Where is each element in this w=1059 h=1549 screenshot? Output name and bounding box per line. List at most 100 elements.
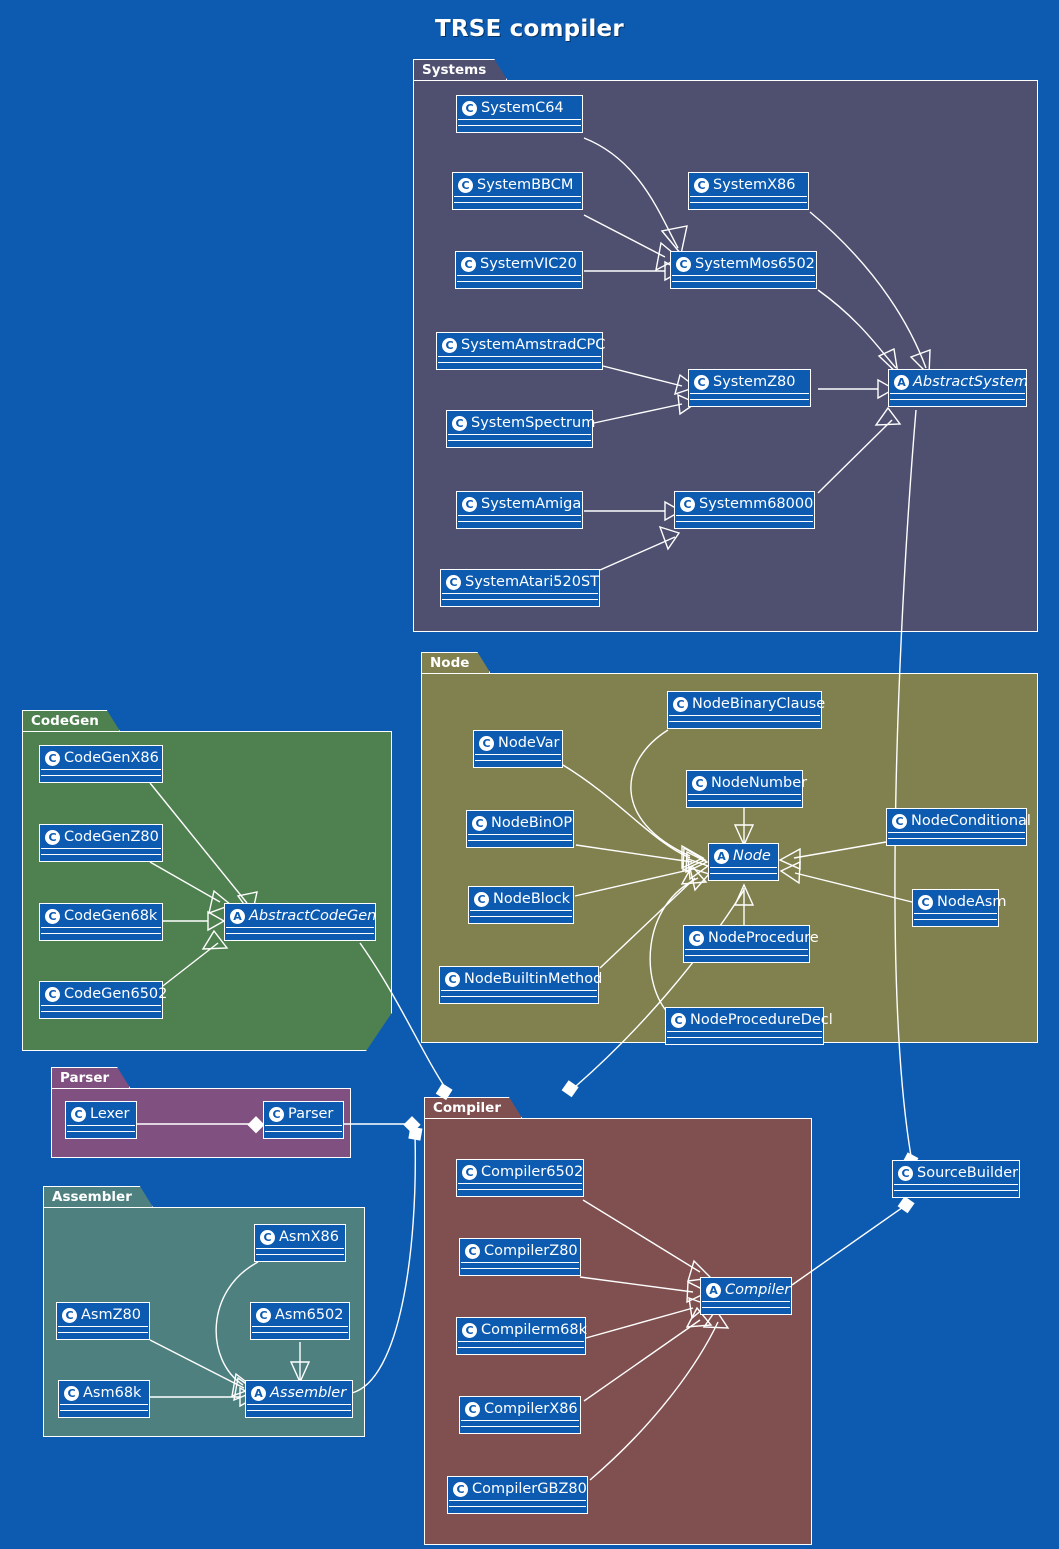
class-name: Parser xyxy=(288,1106,334,1122)
class-Asm68k[interactable]: C Asm68k xyxy=(58,1380,150,1418)
class-NodeNumber[interactable]: C NodeNumber xyxy=(686,770,807,808)
class-name: SystemSpectrum xyxy=(471,415,596,431)
class-name: AbstractCodeGen xyxy=(249,908,377,924)
class-CodeGen68k[interactable]: C CodeGen68k xyxy=(39,903,163,941)
class-CompilerGBZ80[interactable]: C CompilerGBZ80 xyxy=(447,1476,588,1514)
class-SystemSpectrum[interactable]: C SystemSpectrum xyxy=(446,410,596,448)
class-stereotype-icon: C xyxy=(671,1012,686,1028)
class-stereotype-icon: C xyxy=(442,337,457,353)
class-name: Lexer xyxy=(90,1106,130,1122)
class-name: NodeProcedure xyxy=(708,930,819,946)
class-name: Compiler xyxy=(725,1282,791,1298)
class-SystemAmiga[interactable]: C SystemAmiga xyxy=(456,491,583,529)
class-SystemVIC20[interactable]: C SystemVIC20 xyxy=(455,251,583,289)
class-CompilerZ80[interactable]: C CompilerZ80 xyxy=(459,1238,581,1276)
class-Assembler[interactable]: A Assembler xyxy=(245,1380,353,1418)
class-stereotype-icon: A xyxy=(706,1282,721,1298)
class-name: CompilerGBZ80 xyxy=(472,1481,587,1497)
class-name: SystemAmiga xyxy=(481,496,582,512)
class-stereotype-icon: C xyxy=(676,256,691,272)
class-NodeProcedureDecl[interactable]: C NodeProcedureDecl xyxy=(665,1007,833,1045)
class-name: CodeGenX86 xyxy=(64,750,159,766)
class-name: SystemBBCM xyxy=(477,177,574,193)
class-SourceBuilder[interactable]: C SourceBuilder xyxy=(892,1160,1020,1198)
class-name: AbstractSystem xyxy=(913,374,1028,390)
class-SystemZ80[interactable]: C SystemZ80 xyxy=(688,369,811,407)
class-Parser[interactable]: C Parser xyxy=(263,1101,344,1139)
class-stereotype-icon: C xyxy=(689,930,704,946)
class-stereotype-icon: C xyxy=(453,1481,468,1497)
class-stereotype-icon: C xyxy=(462,100,477,116)
class-stereotype-icon: C xyxy=(462,1164,477,1180)
class-Asm6502[interactable]: C Asm6502 xyxy=(250,1302,350,1340)
class-CodeGen6502[interactable]: C CodeGen6502 xyxy=(39,981,167,1019)
class-stereotype-icon: C xyxy=(472,815,487,831)
class-SystemMos6502[interactable]: C SystemMos6502 xyxy=(670,251,817,289)
package-compiler-tab: Compiler xyxy=(424,1097,522,1118)
class-Compiler6502[interactable]: C Compiler6502 xyxy=(456,1159,584,1197)
class-name: SystemC64 xyxy=(481,100,564,116)
class-NodeAsm[interactable]: C NodeAsm xyxy=(912,889,1006,927)
class-NodeConditional[interactable]: C NodeConditional xyxy=(886,808,1031,846)
class-SystemAmstradCPC[interactable]: C SystemAmstradCPC xyxy=(436,332,606,370)
class-name: CodeGen6502 xyxy=(64,986,168,1002)
class-stereotype-icon: C xyxy=(918,894,933,910)
class-NodeBinOP[interactable]: C NodeBinOP xyxy=(466,810,574,848)
class-stereotype-icon: C xyxy=(474,891,489,907)
class-stereotype-icon: C xyxy=(465,1243,480,1259)
class-AsmX86[interactable]: C AsmX86 xyxy=(254,1224,346,1262)
class-stereotype-icon: C xyxy=(62,1307,77,1323)
class-stereotype-icon: C xyxy=(446,574,461,590)
class-stereotype-icon: C xyxy=(256,1307,271,1323)
class-stereotype-icon: C xyxy=(462,1322,477,1338)
class-stereotype-icon: C xyxy=(269,1106,284,1122)
class-name: AsmX86 xyxy=(279,1229,339,1245)
class-name: NodeAsm xyxy=(937,894,1007,910)
class-stereotype-icon: C xyxy=(452,415,467,431)
class-stereotype-icon: C xyxy=(458,177,473,193)
class-Systemm68000[interactable]: C Systemm68000 xyxy=(674,491,815,529)
class-name: NodeBinaryClause xyxy=(692,696,826,712)
class-name: SystemAmstradCPC xyxy=(461,337,606,353)
class-AbstractSystem[interactable]: A AbstractSystem xyxy=(888,369,1028,407)
class-NodeBinaryClause[interactable]: C NodeBinaryClause xyxy=(667,691,826,729)
class-NodeBlock[interactable]: C NodeBlock xyxy=(468,886,574,924)
class-Compilerm68k[interactable]: C Compilerm68k xyxy=(456,1317,587,1355)
class-stereotype-icon: C xyxy=(45,750,60,766)
class-SystemC64[interactable]: C SystemC64 xyxy=(456,95,583,133)
class-name: NodeVar xyxy=(498,735,560,751)
class-name: Asm6502 xyxy=(275,1307,344,1323)
class-name: Assembler xyxy=(270,1385,347,1401)
class-NodeProcedure[interactable]: C NodeProcedure xyxy=(683,925,819,963)
class-name: NodeBlock xyxy=(493,891,571,907)
class-AsmZ80[interactable]: C AsmZ80 xyxy=(56,1302,150,1340)
class-stereotype-icon: A xyxy=(230,908,245,924)
class-name: Compilerm68k xyxy=(481,1322,587,1338)
class-name: Node xyxy=(733,848,771,864)
class-stereotype-icon: C xyxy=(673,696,688,712)
class-name: SystemX86 xyxy=(713,177,796,193)
class-CompilerX86[interactable]: C CompilerX86 xyxy=(459,1396,581,1434)
class-stereotype-icon: A xyxy=(894,374,909,390)
class-SystemAtari520ST[interactable]: C SystemAtari520ST xyxy=(440,569,600,607)
class-name: CompilerX86 xyxy=(484,1401,578,1417)
class-name: CodeGenZ80 xyxy=(64,829,159,845)
class-SystemBBCM[interactable]: C SystemBBCM xyxy=(452,172,583,210)
class-NodeVar[interactable]: C NodeVar xyxy=(473,730,563,768)
class-stereotype-icon: C xyxy=(462,496,477,512)
class-NodeBuiltinMethod[interactable]: C NodeBuiltinMethod xyxy=(439,966,602,1004)
class-AbstractCodeGen[interactable]: A AbstractCodeGen xyxy=(224,903,376,941)
class-CodeGenX86[interactable]: C CodeGenX86 xyxy=(39,745,163,783)
class-SystemX86[interactable]: C SystemX86 xyxy=(688,172,809,210)
class-CodeGenZ80[interactable]: C CodeGenZ80 xyxy=(39,824,163,862)
class-stereotype-icon: C xyxy=(45,908,60,924)
class-stereotype-icon: C xyxy=(461,256,476,272)
class-Lexer[interactable]: C Lexer xyxy=(65,1101,137,1139)
class-stereotype-icon: C xyxy=(680,496,695,512)
class-Compiler[interactable]: A Compiler xyxy=(700,1277,792,1315)
class-stereotype-icon: C xyxy=(479,735,494,751)
class-name: Asm68k xyxy=(83,1385,142,1401)
class-name: SystemMos6502 xyxy=(695,256,815,272)
class-Node[interactable]: A Node xyxy=(708,843,779,881)
class-name: SystemVIC20 xyxy=(480,256,577,272)
